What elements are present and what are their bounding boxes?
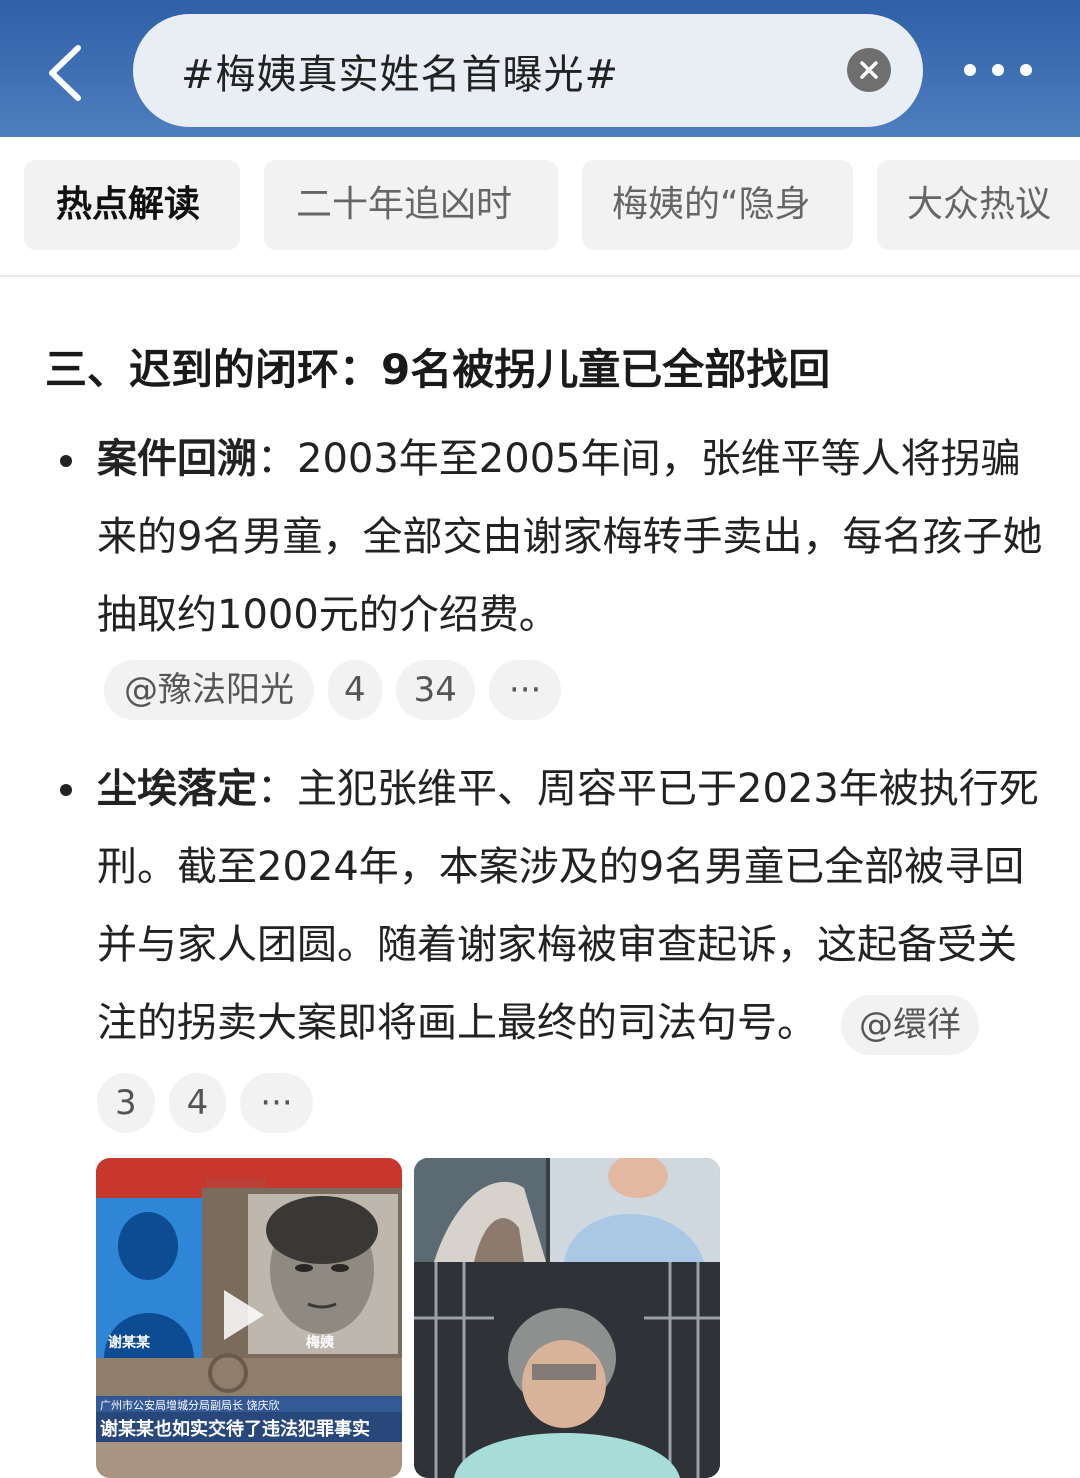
list-item: 尘埃落定：主犯张维平、周容平已于2023年被执行死刑。截至2024年，本案涉及的…: [97, 750, 1047, 1140]
like-count-chip[interactable]: 4: [328, 660, 382, 720]
more-icon-dot: [964, 64, 976, 76]
more-chip[interactable]: ···: [240, 1073, 313, 1133]
video-thumbnail[interactable]: 谢某某 梅姨 广州市公安局增城分局副局长 饶庆欣 谢某某也如实交待了违法犯罪事实: [96, 1158, 402, 1478]
search-query: #梅姨真实姓名首曝光#: [181, 52, 620, 98]
tab-hot-interpretation[interactable]: 热点解读: [24, 160, 240, 250]
comment-count-chip[interactable]: 4: [168, 1073, 227, 1133]
tab-label: 大众热议: [907, 184, 1052, 225]
tab-label: 热点解读: [56, 184, 201, 225]
source-chip[interactable]: @缳徉: [841, 995, 979, 1055]
right-face-label: 梅姨: [306, 1335, 334, 1351]
close-icon: [860, 61, 878, 79]
left-face-label: 谢某某: [108, 1335, 150, 1351]
bullet-point: [60, 455, 72, 467]
speaker-caption: 广州市公安局增城分局副局长 饶庆欣: [100, 1399, 280, 1412]
list-item: 案件回溯：2003年至2005年间，张维平等人将拐骗来的9名男童，全部交由谢家梅…: [97, 420, 1047, 654]
source-row: @豫法阳光 4 34 ···: [104, 660, 575, 720]
like-count-chip[interactable]: 3: [97, 1073, 155, 1133]
topic-tabs: 热点解读 二十年追凶时 梅姨的“隐身 大众热议: [0, 137, 1080, 277]
tab-meiyi-hidden[interactable]: 梅姨的“隐身: [582, 160, 853, 250]
tab-label: 二十年追凶时: [296, 184, 513, 225]
section-heading: 三、迟到的闭环：9名被拐儿童已全部找回: [45, 345, 831, 394]
collage-image: [414, 1158, 720, 1478]
item-sep: ：: [257, 436, 297, 482]
image-thumbnail[interactable]: [414, 1158, 720, 1478]
tab-label: 梅姨的“隐身: [612, 184, 811, 225]
clear-search-button[interactable]: [847, 48, 891, 92]
source-chip[interactable]: @豫法阳光: [104, 660, 314, 720]
more-icon-dot: [992, 64, 1004, 76]
item-title: 尘埃落定: [97, 766, 257, 812]
chevron-left-icon: [49, 45, 81, 101]
item-title: 案件回溯: [97, 436, 257, 482]
search-input[interactable]: #梅姨真实姓名首曝光#: [133, 14, 923, 127]
bullet-point: [60, 784, 72, 796]
back-button[interactable]: [38, 38, 98, 108]
more-icon-dot: [1020, 64, 1032, 76]
tab-public-discussion[interactable]: 大众热议: [877, 160, 1080, 250]
more-chip[interactable]: ···: [488, 660, 562, 720]
tab-twenty-years[interactable]: 二十年追凶时: [264, 160, 558, 250]
comment-count-chip[interactable]: 34: [395, 660, 475, 720]
more-options-button[interactable]: [962, 55, 1034, 85]
item-sep: ：: [257, 766, 297, 812]
video-subtitle: 谢某某也如实交待了违法犯罪事实: [100, 1419, 370, 1440]
top-bar: #梅姨真实姓名首曝光#: [0, 0, 1080, 137]
